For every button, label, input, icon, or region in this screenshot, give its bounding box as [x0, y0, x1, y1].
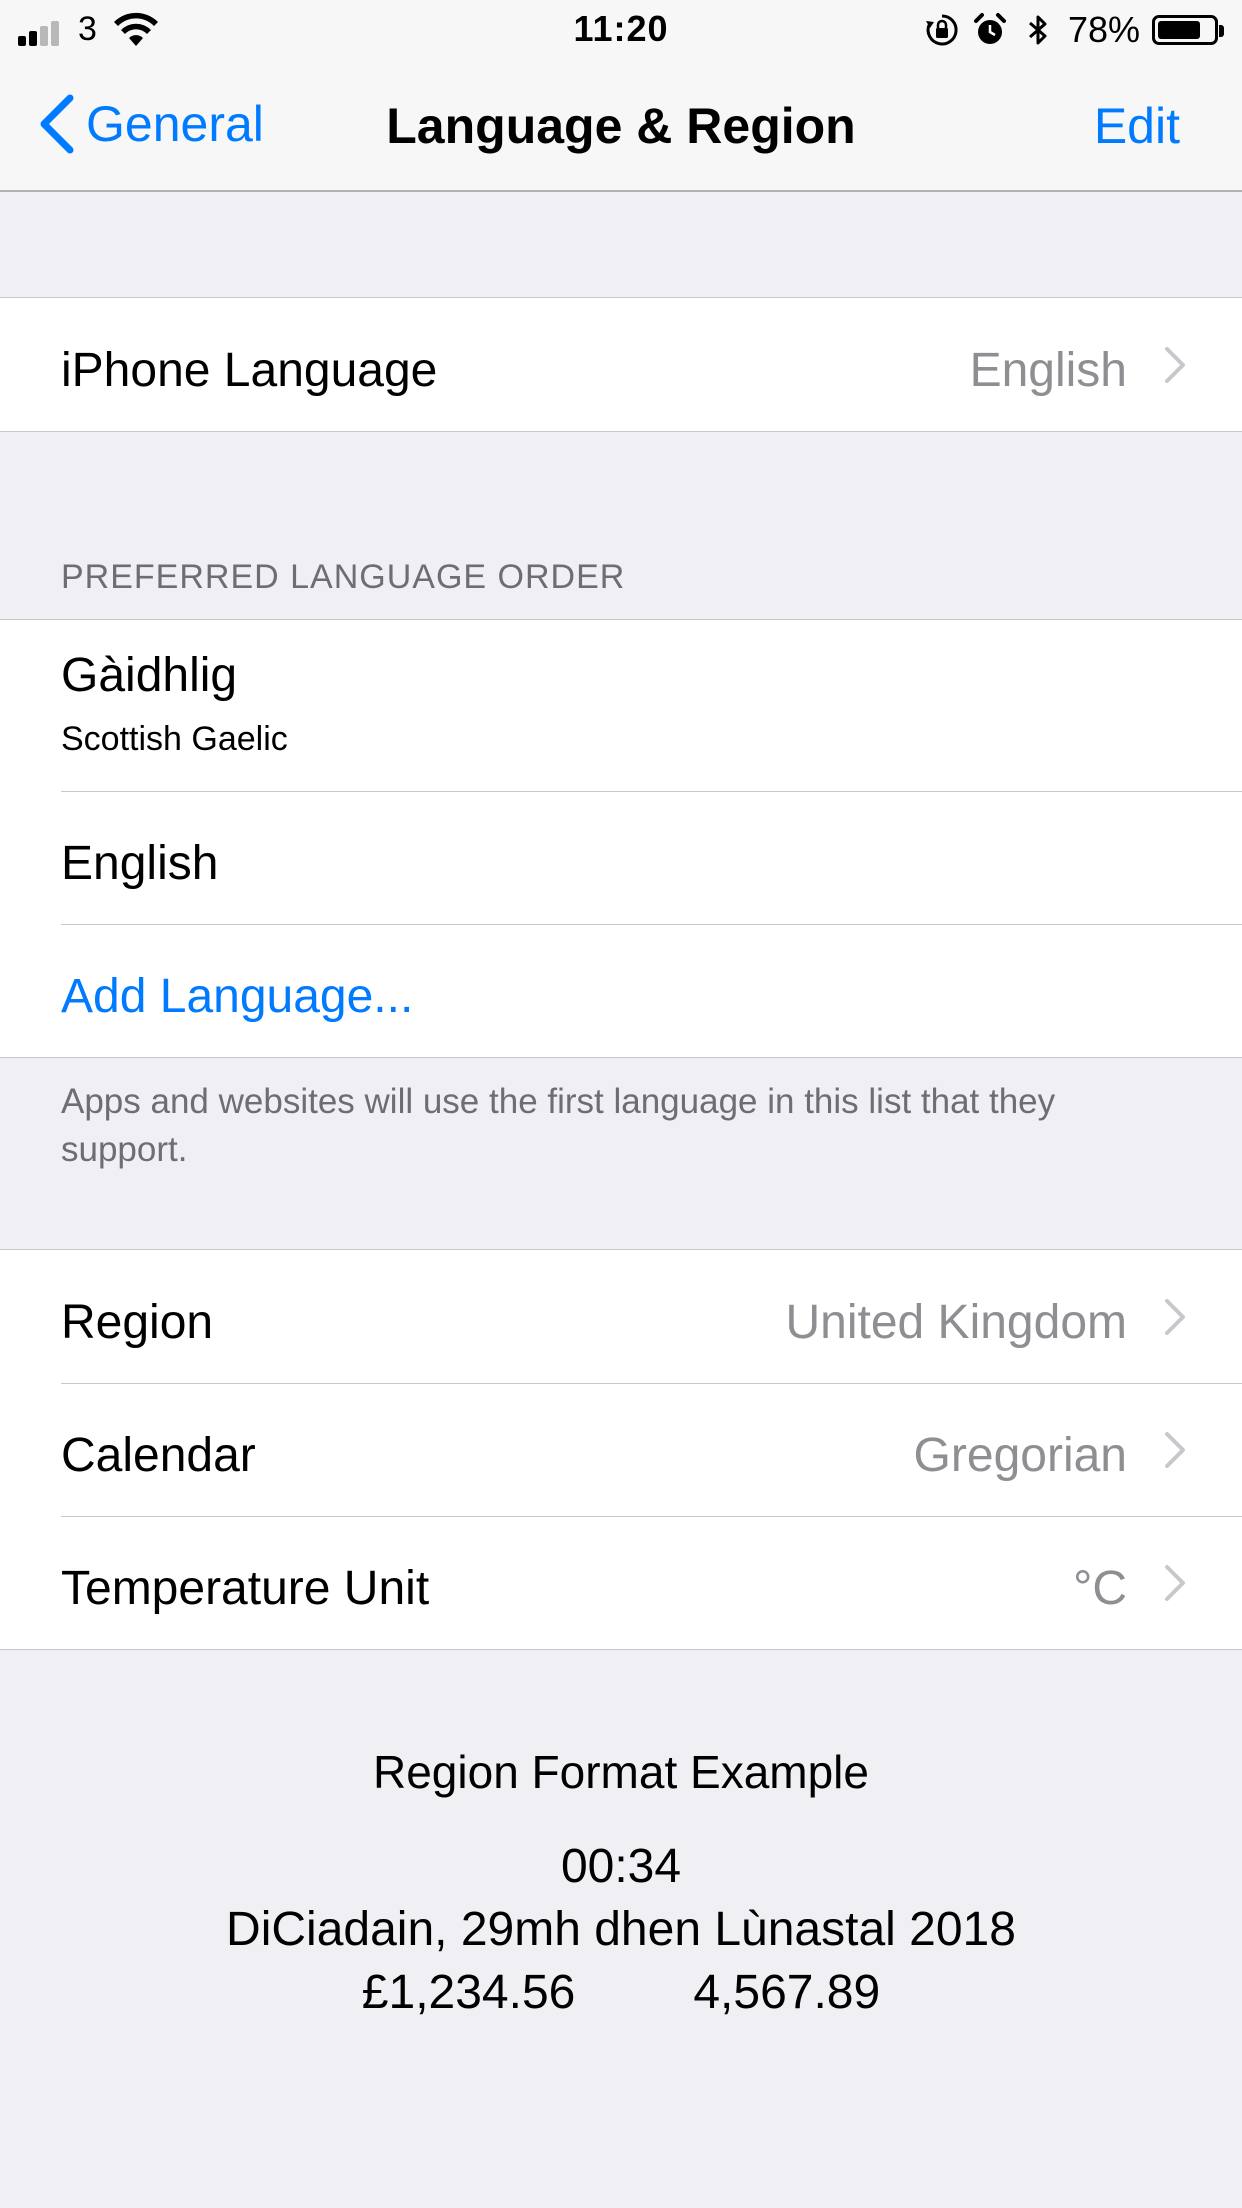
iphone-language-value: English: [969, 344, 1127, 397]
language-name: English: [61, 837, 219, 890]
temperature-unit-value: °C: [1073, 1562, 1127, 1615]
format-example-currency: £1,234.56: [361, 1966, 576, 2019]
preferred-language-header: PREFERRED LANGUAGE ORDER: [61, 558, 626, 596]
region-value: United Kingdom: [785, 1296, 1127, 1349]
language-row-english[interactable]: English: [0, 791, 1242, 924]
language-row-gaidhlig[interactable]: Gàidhlig Scottish Gaelic: [0, 620, 1242, 791]
chevron-right-icon: [1165, 347, 1185, 383]
format-example-title: Region Format Example: [373, 1746, 869, 1798]
format-example-numbers: £1,234.56 4,567.89: [0, 1965, 1242, 2020]
iphone-language-label: iPhone Language: [61, 344, 438, 397]
preferred-language-group: Gàidhlig Scottish Gaelic English Add Lan…: [0, 619, 1242, 1058]
calendar-value: Gregorian: [913, 1429, 1127, 1482]
format-example-time: 00:34: [560, 1840, 682, 1893]
edit-button[interactable]: Edit: [1094, 97, 1180, 155]
bluetooth-icon: [1028, 15, 1047, 45]
iphone-language-row[interactable]: iPhone Language English: [0, 298, 1242, 431]
format-example-number: 4,567.89: [693, 1966, 881, 2019]
chevron-right-icon: [1165, 1299, 1185, 1335]
region-format-example: Region Format Example 00:34 DiCiadain, 2…: [0, 1745, 1242, 2020]
status-bar: 3 11:20 78%: [0, 0, 1242, 60]
add-language-button[interactable]: Add Language...: [61, 969, 413, 1024]
preferred-language-footer: Apps and websites will use the first lan…: [61, 1082, 1056, 1169]
temperature-unit-label: Temperature Unit: [61, 1562, 430, 1615]
chevron-right-icon: [1165, 1432, 1185, 1468]
battery-percentage: 78%: [1067, 9, 1140, 50]
region-settings-group: Region United Kingdom Calendar Gregorian…: [0, 1249, 1242, 1650]
orientation-lock-icon: [925, 14, 958, 46]
page-title: Language & Region: [386, 98, 856, 154]
navigation-bar: General Language & Region Edit: [0, 60, 1242, 192]
language-name: Gàidhlig: [61, 649, 238, 702]
region-row[interactable]: Region United Kingdom: [0, 1250, 1242, 1383]
calendar-row[interactable]: Calendar Gregorian: [0, 1383, 1242, 1516]
battery-icon: [1152, 15, 1224, 45]
temperature-unit-row[interactable]: Temperature Unit °C: [0, 1516, 1242, 1649]
chevron-right-icon: [1165, 1565, 1185, 1601]
add-language-row[interactable]: Add Language...: [0, 924, 1242, 1057]
alarm-icon: [973, 13, 1006, 44]
format-example-date: DiCiadain, 29mh dhen Lùnastal 2018: [226, 1903, 1016, 1956]
iphone-language-group: iPhone Language English: [0, 297, 1242, 432]
region-label: Region: [61, 1296, 214, 1349]
language-subtitle: Scottish Gaelic: [61, 720, 288, 758]
calendar-label: Calendar: [61, 1429, 256, 1482]
